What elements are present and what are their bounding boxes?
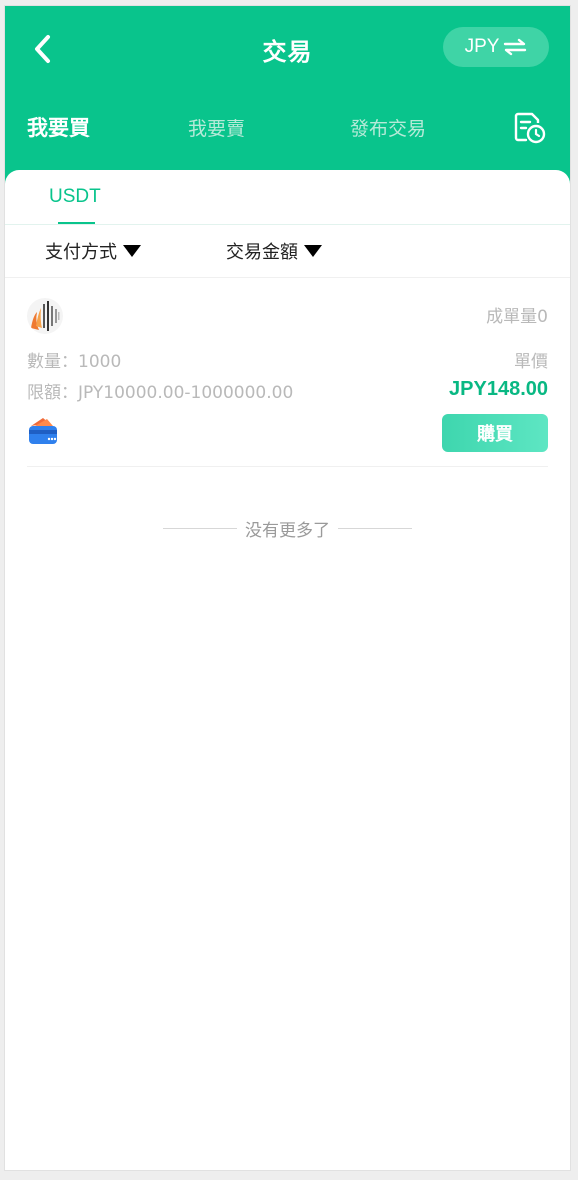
no-more-footer: 没有更多了 xyxy=(5,516,570,541)
divider xyxy=(5,224,570,225)
header: 交易 JPY 我要買 我要賣 發布交易 xyxy=(5,6,570,186)
trade-amount-filter[interactable]: 交易金額 xyxy=(226,238,322,264)
avatar[interactable] xyxy=(27,298,63,334)
listing-card: 成單量0 數量：1000 單價 限額：JPY10000.00-1000000.0… xyxy=(27,298,548,468)
currency-switch-button[interactable]: JPY xyxy=(443,27,549,67)
history-button[interactable] xyxy=(512,110,546,148)
caret-down-icon xyxy=(123,245,141,257)
history-icon xyxy=(514,112,546,144)
tab-publish[interactable]: 發布交易 xyxy=(350,114,426,141)
divider-line xyxy=(163,528,237,529)
swap-icon xyxy=(504,38,527,56)
content-panel: USDT 支付方式 交易金額 成單量0 數量：1000 單價 限額：JPY100… xyxy=(5,170,570,1170)
caret-down-icon xyxy=(304,245,322,257)
limit-text: 限額：JPY10000.00-1000000.00 xyxy=(27,383,294,403)
no-more-text: 没有更多了 xyxy=(245,521,330,541)
tab-buy[interactable]: 我要買 xyxy=(27,112,90,142)
currency-label: JPY xyxy=(464,36,500,57)
divider xyxy=(5,277,570,278)
divider-line xyxy=(338,528,412,529)
trade-tabs: 我要買 我要賣 發布交易 xyxy=(5,114,570,150)
filter-label: 支付方式 xyxy=(45,242,117,263)
tab-usdt[interactable]: USDT xyxy=(49,186,101,208)
quantity-text: 數量：1000 xyxy=(27,352,122,372)
wallet-icon xyxy=(27,414,61,452)
price-value: JPY148.00 xyxy=(449,378,548,400)
payment-method-filter[interactable]: 支付方式 xyxy=(45,238,141,264)
buy-button[interactable]: 購買 xyxy=(442,414,548,452)
tab-sell[interactable]: 我要賣 xyxy=(188,114,245,141)
unit-price-label: 單價 xyxy=(514,352,548,372)
app-frame: 交易 JPY 我要買 我要賣 發布交易 USDT 支付方式 交易金額 成單量0 … xyxy=(4,5,571,1171)
divider xyxy=(27,466,548,467)
completed-orders: 成單量0 xyxy=(486,307,548,327)
filter-label: 交易金額 xyxy=(226,242,298,263)
